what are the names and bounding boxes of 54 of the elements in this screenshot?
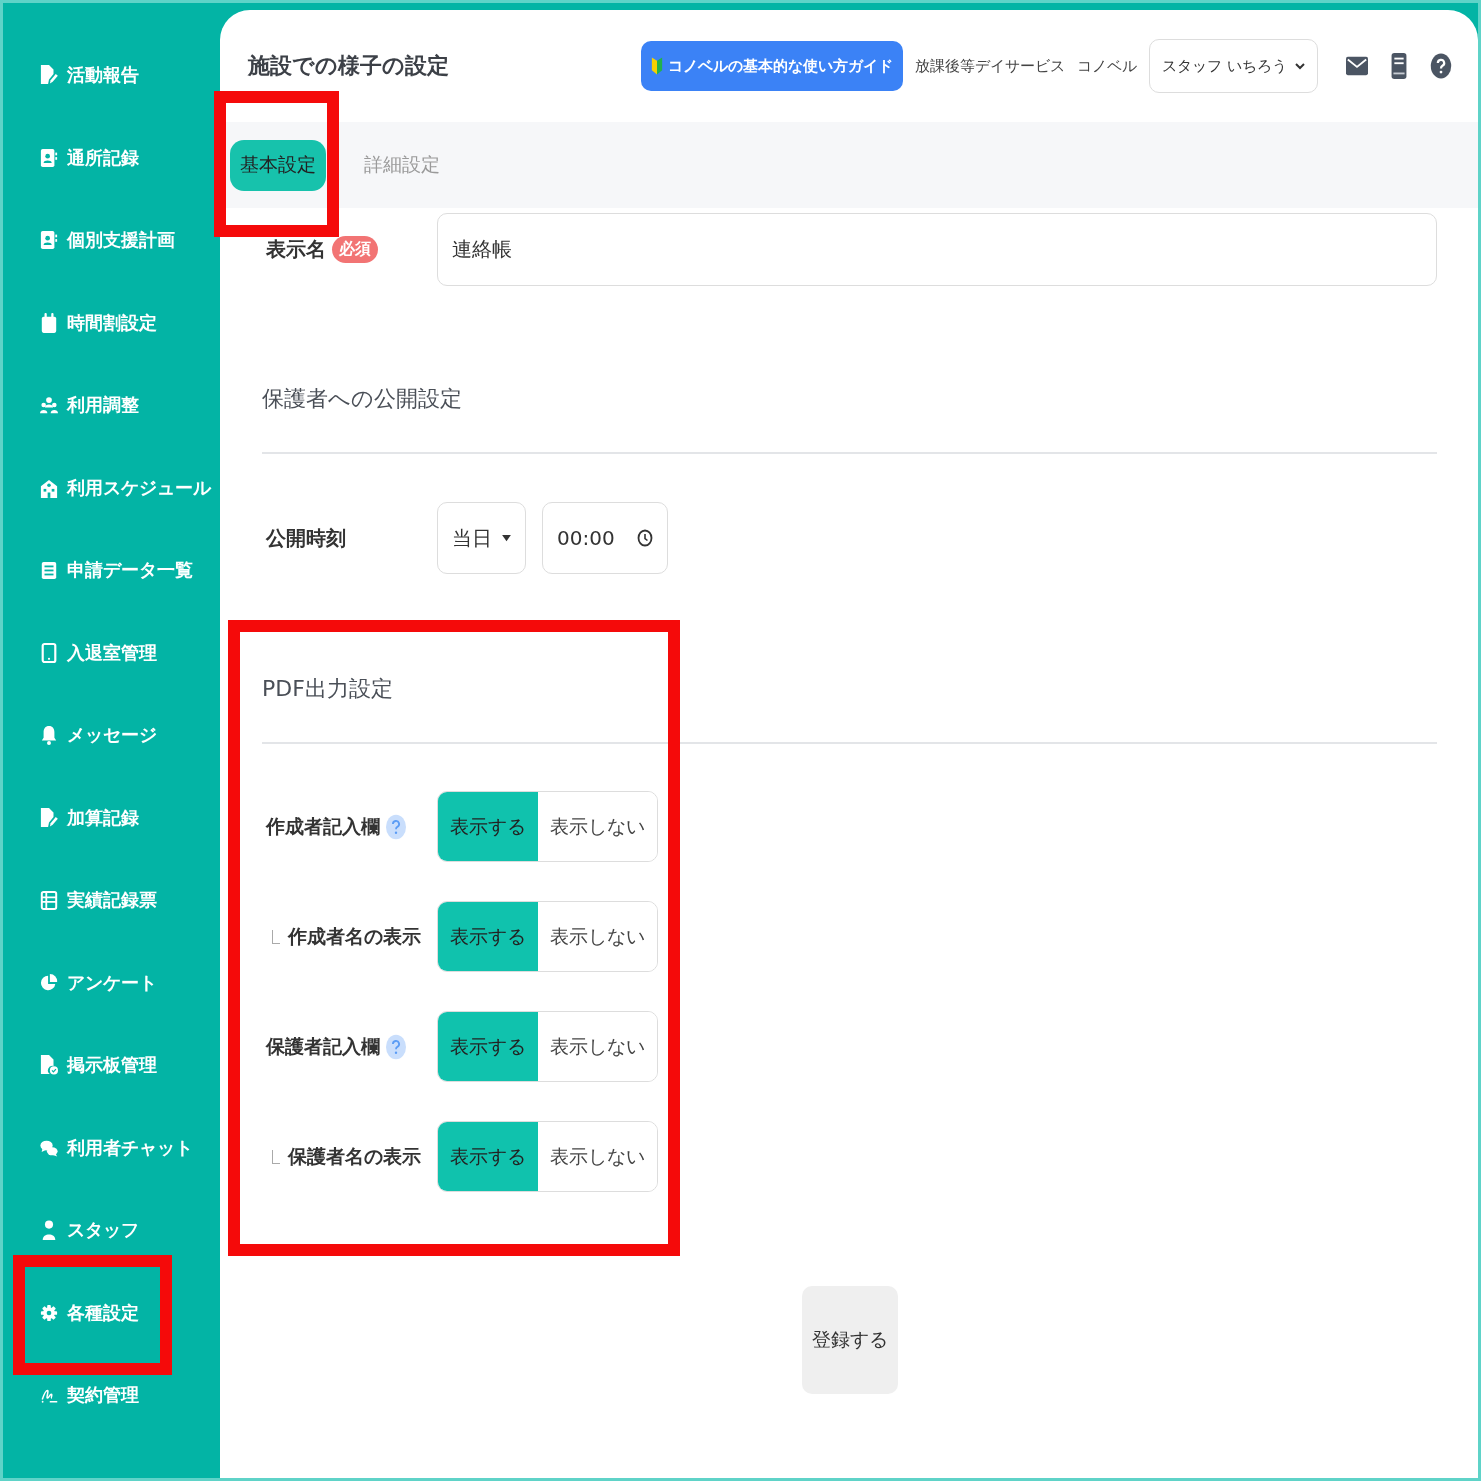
calendar-icon (40, 310, 58, 335)
field-label: 保護者名の表示 (288, 1143, 421, 1169)
sidebar-item[interactable]: 加算記録 (3, 776, 220, 859)
field-label: 作成者記入欄 (266, 813, 380, 839)
toggle-option[interactable]: 表示する (438, 902, 538, 971)
sidebar-item[interactable]: 申請データ一覧 (3, 529, 220, 612)
sidebar-item[interactable]: 時間割設定 (3, 281, 220, 364)
page-title: 施設での様子の設定 (248, 52, 449, 80)
tree-corner-icon (272, 929, 280, 944)
guide-button[interactable]: コノベルの基本的な使い方ガイド (641, 41, 904, 91)
tree-corner-icon (272, 1149, 280, 1164)
time-field[interactable]: 00:00 (542, 502, 668, 574)
chevron-down-icon (1295, 62, 1305, 70)
bell-icon (40, 723, 58, 748)
tab[interactable]: 詳細設定 (354, 139, 450, 191)
sidebar-item[interactable]: 入退室管理 (3, 611, 220, 694)
document-pen-icon (40, 805, 58, 830)
caret-icon (502, 534, 511, 542)
toggle-option[interactable]: 表示する (438, 1012, 538, 1081)
sidebar-item[interactable]: 利用調整 (3, 364, 220, 447)
person-icon (40, 1218, 58, 1243)
section-heading: PDF出力設定 (262, 676, 393, 701)
text-field[interactable]: 連絡帳 (437, 213, 1437, 286)
user-menu-dropdown[interactable]: スタッフ いちろう (1149, 39, 1318, 93)
help-icon[interactable] (1430, 53, 1452, 79)
field-label: 保護者記入欄 (266, 1033, 380, 1059)
sidebar-item[interactable]: 実績記録票 (3, 859, 220, 942)
clock-icon (637, 529, 653, 547)
sidebar-item[interactable]: メッセージ (3, 694, 220, 777)
required-badge: 必須 (332, 236, 378, 263)
day-select[interactable]: 当日 (437, 502, 526, 574)
sidebar-item[interactable]: 利用スケジュール (3, 446, 220, 529)
tab[interactable]: 基本設定 (230, 139, 326, 191)
sidebar-item[interactable]: 掲示板管理 (3, 1024, 220, 1107)
toggle-option[interactable]: 表示する (438, 792, 538, 861)
facility-type: 放課後等デイサービス (915, 56, 1066, 76)
sidebar-item[interactable]: 各種設定 (3, 1271, 220, 1354)
beginner-mark-icon (651, 56, 664, 76)
sidebar-item[interactable]: 契約管理 (3, 1354, 220, 1437)
field-label: 表示名 (266, 236, 326, 263)
sidebar-item[interactable]: 活動報告 (3, 34, 220, 117)
section-heading: 保護者への公開設定 (262, 386, 462, 411)
tablet-icon (40, 640, 58, 665)
sidebar-item[interactable]: アンケート (3, 941, 220, 1024)
table-icon (40, 888, 58, 913)
field-label: 作成者名の表示 (288, 923, 421, 949)
field-label: 公開時刻 (266, 524, 346, 552)
submit-button[interactable]: 登録する (801, 1286, 898, 1394)
facility-name: コノベル (1077, 56, 1138, 76)
sidebar-item[interactable]: 利用者チャット (3, 1106, 220, 1189)
sidebar-item[interactable]: 通所記録 (3, 116, 220, 199)
sidebar-item[interactable]: スタッフ (3, 1189, 220, 1272)
toggle-option[interactable]: 表示する (438, 1122, 538, 1191)
sidebar-item[interactable]: 個別支援計画 (3, 199, 220, 282)
